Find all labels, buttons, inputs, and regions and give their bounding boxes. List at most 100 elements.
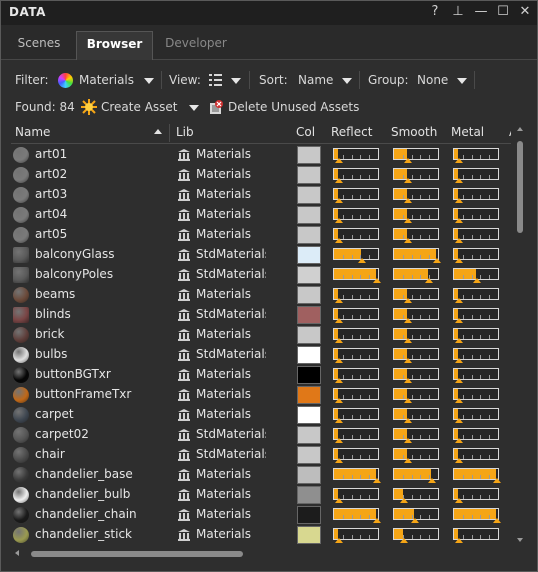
metal-slider-handle[interactable] (455, 158, 463, 163)
column-header-reflect[interactable]: Reflect (331, 125, 372, 139)
reflect-slider-handle[interactable] (335, 318, 343, 323)
tab-scenes[interactable]: Scenes (5, 31, 73, 59)
metal-slider-handle[interactable] (455, 458, 463, 463)
smooth-slider-handle[interactable] (404, 358, 412, 363)
reflect-slider-handle[interactable] (335, 338, 343, 343)
smooth-slider-handle[interactable] (404, 158, 412, 163)
smooth-slider[interactable] (393, 208, 439, 220)
smooth-slider-handle[interactable] (404, 298, 412, 303)
reflect-slider-handle[interactable] (335, 158, 343, 163)
color-swatch[interactable] (297, 486, 321, 504)
table-row[interactable]: balconyGlass StdMaterials (11, 245, 511, 265)
table-row[interactable]: art02 Materials (11, 165, 511, 185)
sparkle-icon[interactable] (81, 99, 97, 115)
table-row[interactable]: blinds StdMaterials (11, 305, 511, 325)
filter-value[interactable]: Materials (79, 73, 134, 87)
smooth-slider-handle[interactable] (404, 398, 412, 403)
table-row[interactable]: beams Materials (11, 285, 511, 305)
table-row[interactable]: balconyPoles StdMaterials (11, 265, 511, 285)
smooth-slider[interactable] (393, 328, 439, 340)
color-swatch[interactable] (297, 186, 321, 204)
color-swatch[interactable] (297, 146, 321, 164)
metal-slider-handle[interactable] (455, 398, 463, 403)
table-row[interactable]: buttonFrameTxr Materials (11, 385, 511, 405)
column-header-lib[interactable]: Lib (176, 125, 194, 139)
metal-slider-handle[interactable] (493, 518, 501, 523)
smooth-slider-handle[interactable] (404, 178, 412, 183)
scroll-left-icon[interactable] (15, 550, 19, 556)
metal-slider-handle[interactable] (455, 438, 463, 443)
reflect-slider-handle[interactable] (335, 358, 343, 363)
table-row[interactable]: buttonBGTxr Materials (11, 365, 511, 385)
reflect-slider-handle[interactable] (335, 238, 343, 243)
vertical-scrollbar[interactable] (515, 127, 525, 547)
group-value[interactable]: None (417, 73, 448, 87)
color-swatch[interactable] (297, 346, 321, 364)
metal-slider-handle[interactable] (455, 498, 463, 503)
color-swatch[interactable] (297, 426, 321, 444)
smooth-slider[interactable] (393, 308, 439, 320)
pin-icon[interactable]: ⊥ (450, 4, 466, 20)
reflect-slider-handle[interactable] (335, 198, 343, 203)
column-header-metal[interactable]: Metal (451, 125, 484, 139)
smooth-slider-handle[interactable] (404, 198, 412, 203)
reflect-slider-handle[interactable] (358, 258, 366, 263)
smooth-slider-handle[interactable] (404, 218, 412, 223)
table-row[interactable]: chandelier_base Materials (11, 465, 511, 485)
metal-slider-handle[interactable] (493, 478, 501, 483)
smooth-slider[interactable] (393, 168, 439, 180)
metal-slider-handle[interactable] (455, 198, 463, 203)
smooth-slider-handle[interactable] (404, 458, 412, 463)
metal-slider-handle[interactable] (473, 278, 481, 283)
color-swatch[interactable] (297, 326, 321, 344)
table-row[interactable]: bulbs StdMaterials (11, 345, 511, 365)
smooth-slider-handle[interactable] (404, 418, 412, 423)
table-row[interactable]: chandelier_stick Materials (11, 525, 511, 545)
color-swatch[interactable] (297, 266, 321, 284)
horizontal-scrollbar[interactable] (11, 549, 511, 559)
reflect-slider-handle[interactable] (373, 518, 381, 523)
scroll-down-icon[interactable] (517, 538, 523, 542)
tab-browser[interactable]: Browser (76, 31, 153, 60)
smooth-slider[interactable] (393, 408, 439, 420)
metal-slider-handle[interactable] (455, 318, 463, 323)
table-row[interactable]: carpet02 StdMaterials (11, 425, 511, 445)
smooth-slider-handle[interactable] (400, 498, 408, 503)
reflect-slider-handle[interactable] (335, 398, 343, 403)
create-asset-dropdown-icon[interactable] (189, 105, 199, 111)
sort-value[interactable]: Name (298, 73, 333, 87)
filter-dropdown-icon[interactable] (144, 78, 154, 84)
metal-slider-handle[interactable] (455, 338, 463, 343)
delete-unused-assets-button[interactable]: Delete Unused Assets (228, 100, 359, 114)
table-row[interactable]: chandelier_chain Materials (11, 505, 511, 525)
color-swatch[interactable] (297, 446, 321, 464)
table-row[interactable]: art03 Materials (11, 185, 511, 205)
metal-slider-handle[interactable] (455, 538, 463, 543)
reflect-slider-handle[interactable] (373, 278, 381, 283)
smooth-slider[interactable] (393, 448, 439, 460)
smooth-slider-handle[interactable] (411, 518, 419, 523)
metal-slider-handle[interactable] (455, 178, 463, 183)
minimize-icon[interactable]: — (473, 4, 489, 20)
smooth-slider[interactable] (393, 428, 439, 440)
tab-developer[interactable]: Developer (155, 31, 237, 59)
reflect-slider-handle[interactable] (335, 538, 343, 543)
reflect-slider-handle[interactable] (335, 438, 343, 443)
smooth-slider-handle[interactable] (404, 378, 412, 383)
reflect-slider[interactable] (333, 248, 379, 260)
color-swatch[interactable] (297, 506, 321, 524)
color-swatch[interactable] (297, 526, 321, 544)
reflect-slider-handle[interactable] (335, 498, 343, 503)
metal-slider-handle[interactable] (455, 238, 463, 243)
color-swatch[interactable] (297, 246, 321, 264)
column-header-next[interactable]: A (509, 125, 511, 139)
smooth-slider-handle[interactable] (400, 538, 408, 543)
table-row[interactable]: art01 Materials (11, 145, 511, 165)
color-swatch[interactable] (297, 366, 321, 384)
scroll-up-icon[interactable] (517, 127, 523, 131)
color-swatch[interactable] (297, 286, 321, 304)
reflect-slider-handle[interactable] (335, 458, 343, 463)
vertical-scroll-thumb[interactable] (517, 141, 523, 233)
smooth-slider[interactable] (393, 148, 439, 160)
smooth-slider-handle[interactable] (404, 238, 412, 243)
